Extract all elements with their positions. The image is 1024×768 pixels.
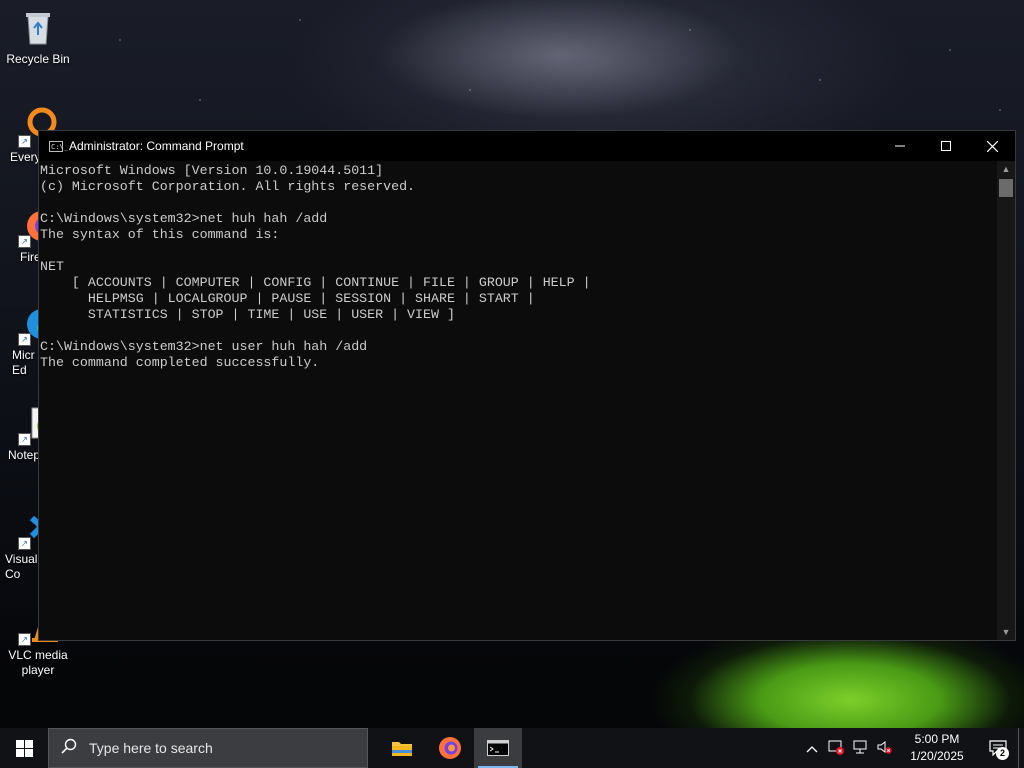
clock-date: 1/20/2025 xyxy=(910,749,964,763)
command-prompt-window[interactable]: C:\_ Administrator: Command Prompt Micro… xyxy=(38,130,1016,641)
security-alert-icon[interactable] xyxy=(824,739,848,758)
volume-muted-icon[interactable] xyxy=(872,739,896,758)
network-icon[interactable] xyxy=(848,739,872,758)
cmd-icon xyxy=(487,740,509,756)
shortcut-arrow-icon: ↗ xyxy=(18,633,31,646)
desktop-icon-label: Recycle Bin xyxy=(6,52,70,66)
shortcut-arrow-icon: ↗ xyxy=(18,537,31,550)
scrollbar-thumb[interactable] xyxy=(999,179,1013,197)
window-titlebar[interactable]: C:\_ Administrator: Command Prompt xyxy=(39,131,1015,161)
taskbar-app-firefox[interactable] xyxy=(426,728,474,768)
console-output[interactable]: Microsoft Windows [Version 10.0.19044.50… xyxy=(39,161,997,640)
taskbar: Type here to search 5:00 PM 1/20/2025 2 xyxy=(0,728,1024,768)
maximize-button[interactable] xyxy=(923,131,969,161)
minimize-icon xyxy=(895,145,905,147)
firefox-icon xyxy=(439,737,461,759)
windows-logo-icon xyxy=(15,739,33,757)
start-button[interactable] xyxy=(0,728,48,768)
search-placeholder: Type here to search xyxy=(89,740,213,756)
scroll-up-arrow-icon[interactable]: ▲ xyxy=(997,161,1015,177)
folder-icon xyxy=(392,742,412,756)
shortcut-arrow-icon: ↗ xyxy=(18,135,31,148)
minimize-button[interactable] xyxy=(877,131,923,161)
shortcut-arrow-icon: ↗ xyxy=(18,433,31,446)
desktop-icon-recycle-bin[interactable]: Recycle Bin xyxy=(0,8,76,67)
maximize-icon xyxy=(941,141,951,151)
clock-time: 5:00 PM xyxy=(914,732,960,746)
wallpaper-tent xyxy=(650,630,1024,728)
close-icon xyxy=(986,140,998,152)
scroll-down-arrow-icon[interactable]: ▼ xyxy=(997,624,1015,640)
notification-count-badge: 2 xyxy=(996,747,1009,760)
taskbar-app-file-explorer[interactable] xyxy=(378,728,426,768)
shortcut-arrow-icon: ↗ xyxy=(18,333,31,346)
desktop-icon-label: VLC media player xyxy=(8,648,68,677)
taskbar-search-box[interactable]: Type here to search xyxy=(48,728,368,768)
window-title: Administrator: Command Prompt xyxy=(69,139,244,153)
cmd-icon: C:\_ xyxy=(49,140,68,152)
shortcut-arrow-icon: ↗ xyxy=(18,235,31,248)
window-controls xyxy=(877,131,1015,161)
taskbar-clock[interactable]: 5:00 PM 1/20/2025 xyxy=(902,731,972,765)
taskbar-app-command-prompt[interactable] xyxy=(474,728,522,768)
vertical-scrollbar[interactable]: ▲ ▼ xyxy=(997,161,1015,640)
search-icon xyxy=(49,738,89,759)
chevron-up-icon[interactable] xyxy=(800,741,824,756)
show-desktop-button[interactable] xyxy=(1018,728,1024,768)
notification-center-button[interactable]: 2 xyxy=(978,728,1018,768)
system-tray: 5:00 PM 1/20/2025 2 xyxy=(800,728,1024,768)
close-button[interactable] xyxy=(969,131,1015,161)
recycle-bin-icon xyxy=(18,8,58,48)
